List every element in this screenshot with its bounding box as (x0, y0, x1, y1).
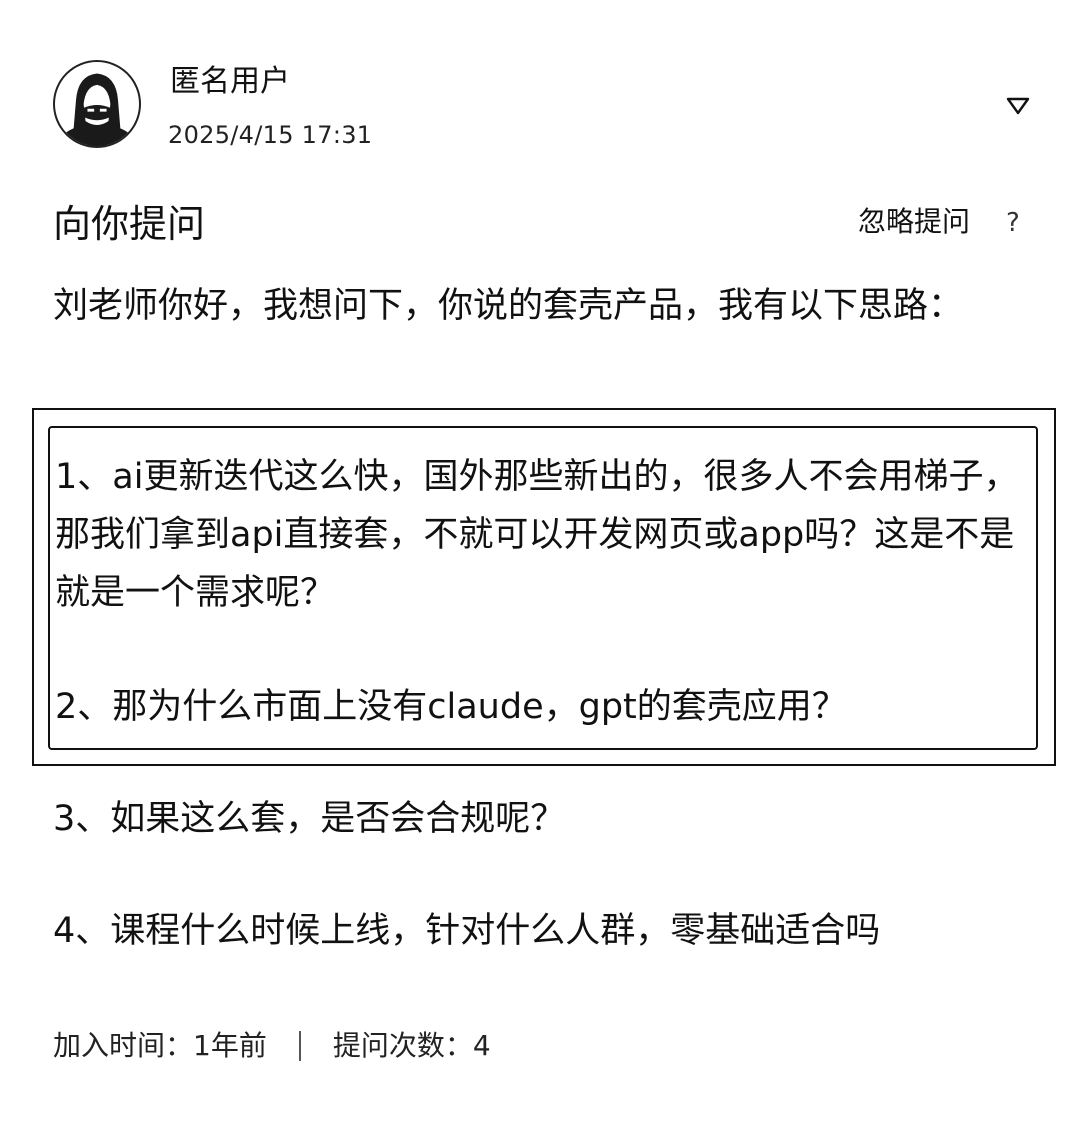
avatar[interactable] (53, 60, 141, 148)
question-count: 提问次数：4 (332, 1029, 491, 1062)
post-time: 2025/4/15 17:31 (168, 121, 373, 149)
meta-divider (298, 1031, 301, 1061)
ignore-question-button[interactable]: 忽略提问 (858, 202, 970, 242)
question-point-1: 1、ai更新迭代这么快，国外那些新出的，很多人不会用梯子，那我们拿到api直接套… (55, 457, 1019, 613)
masked-avatar-icon (55, 73, 139, 146)
help-icon[interactable]: ? (1006, 206, 1020, 240)
chevron-down-icon[interactable] (1005, 95, 1031, 117)
asker-meta: 加入时间：1年前 提问次数：4 (53, 1026, 491, 1066)
join-time: 加入时间：1年前 (53, 1029, 267, 1062)
question-intro: 刘老师你好，我想问下，你说的套壳产品，我有以下思路： (53, 286, 964, 326)
highlight-box-content: 1、ai更新迭代这么快，国外那些新出的，很多人不会用梯子，那我们拿到api直接套… (55, 448, 1040, 736)
question-title: 向你提问 (53, 202, 206, 246)
question-point-2: 2、那为什么市面上没有claude，gpt的套壳应用？ (55, 687, 847, 727)
user-name[interactable]: 匿名用户 (170, 62, 290, 102)
question-point-4: 4、课程什么时候上线，针对什么人群，零基础适合吗 (53, 911, 881, 951)
question-point-3: 3、如果这么套，是否会合规呢？ (53, 799, 566, 839)
